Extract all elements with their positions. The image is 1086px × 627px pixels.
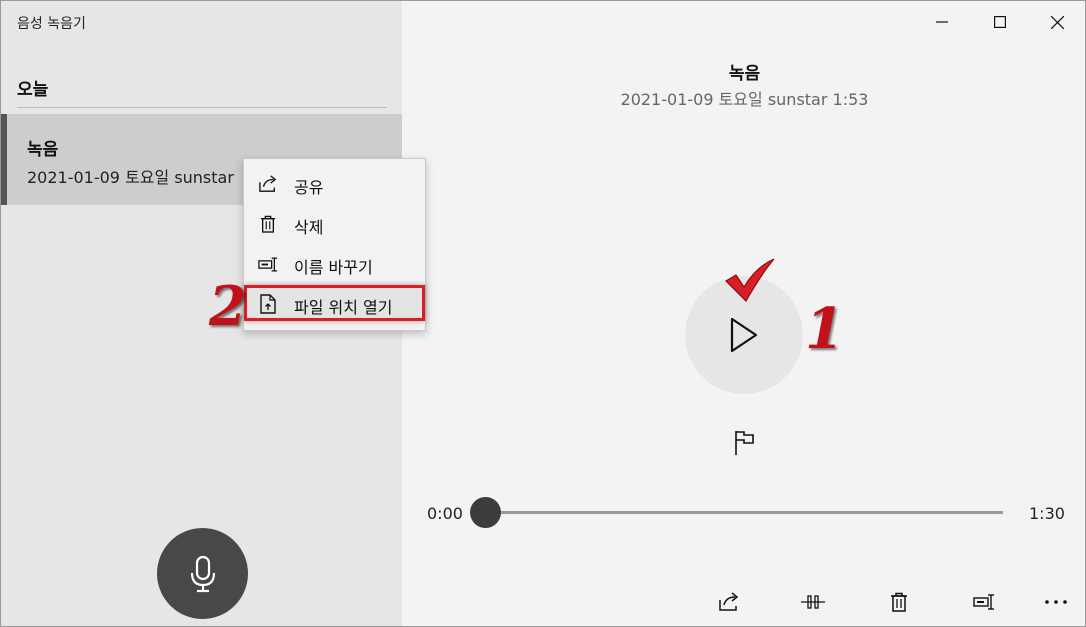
close-button[interactable] bbox=[1037, 9, 1077, 35]
share-icon bbox=[258, 174, 278, 194]
recording-meta: 2021-01-09 토요일 sunstar bbox=[27, 168, 234, 187]
menu-item-label: 삭제 bbox=[294, 218, 324, 237]
open-file-location-icon bbox=[258, 294, 278, 314]
rename-icon bbox=[258, 254, 278, 274]
trim-icon bbox=[801, 595, 825, 609]
section-header-today: 오늘 bbox=[17, 80, 49, 100]
recording-name: 녹음 bbox=[27, 140, 59, 160]
recording-details: 2021-01-09 토요일 sunstar 1:53 bbox=[620, 90, 869, 109]
menu-item-label: 이름 바꾸기 bbox=[294, 258, 373, 277]
trash-icon bbox=[258, 214, 278, 234]
microphone-icon bbox=[190, 555, 215, 592]
menu-item-label: 공유 bbox=[294, 178, 324, 197]
rename-button[interactable] bbox=[969, 587, 999, 617]
record-button[interactable] bbox=[157, 528, 248, 619]
recording-detail-pane: 녹음 2021-01-09 토요일 sunstar 1:53 1 0:00 1:… bbox=[402, 1, 1085, 626]
trash-icon bbox=[891, 592, 907, 612]
app-title: 음성 녹음기 bbox=[17, 16, 86, 32]
menu-item-rename[interactable]: 이름 바꾸기 bbox=[244, 245, 425, 281]
menu-item-open-file-location[interactable]: 파일 위치 열기 bbox=[244, 285, 425, 321]
delete-button[interactable] bbox=[884, 587, 914, 617]
minimize-button[interactable] bbox=[922, 9, 962, 35]
menu-item-share[interactable]: 공유 bbox=[244, 165, 425, 201]
checkmark-annotation-icon bbox=[725, 258, 775, 302]
current-time: 0:00 bbox=[427, 504, 463, 523]
flag-icon bbox=[735, 431, 754, 455]
voice-recorder-window: 음성 녹음기 오늘 녹음 2021-01-09 토요일 sunstar 녹음 2… bbox=[0, 0, 1086, 627]
trim-button[interactable] bbox=[798, 587, 828, 617]
close-icon bbox=[1050, 15, 1064, 29]
context-menu: 공유 삭제 이름 바꾸기 파일 위치 열기 bbox=[243, 158, 426, 331]
section-divider bbox=[17, 107, 387, 108]
maximize-icon bbox=[994, 16, 1006, 28]
total-time: 1:30 bbox=[1029, 504, 1065, 523]
menu-item-label: 파일 위치 열기 bbox=[294, 298, 393, 317]
menu-item-delete[interactable]: 삭제 bbox=[244, 205, 425, 241]
share-icon bbox=[719, 592, 739, 611]
more-options-button[interactable] bbox=[1041, 587, 1071, 617]
minimize-icon bbox=[936, 21, 948, 23]
maximize-button[interactable] bbox=[980, 9, 1020, 35]
selection-indicator bbox=[1, 114, 7, 205]
rename-icon bbox=[973, 594, 994, 610]
seek-bar-thumb[interactable] bbox=[469, 497, 501, 528]
more-icon bbox=[1045, 600, 1067, 604]
annotation-step-1: 1 bbox=[805, 296, 844, 362]
recording-title: 녹음 bbox=[728, 64, 761, 84]
share-button[interactable] bbox=[714, 587, 744, 617]
seek-bar-track[interactable] bbox=[485, 511, 1003, 514]
add-marker-button[interactable] bbox=[732, 429, 758, 457]
play-icon bbox=[730, 317, 758, 353]
annotation-step-2: 2 bbox=[209, 274, 247, 338]
